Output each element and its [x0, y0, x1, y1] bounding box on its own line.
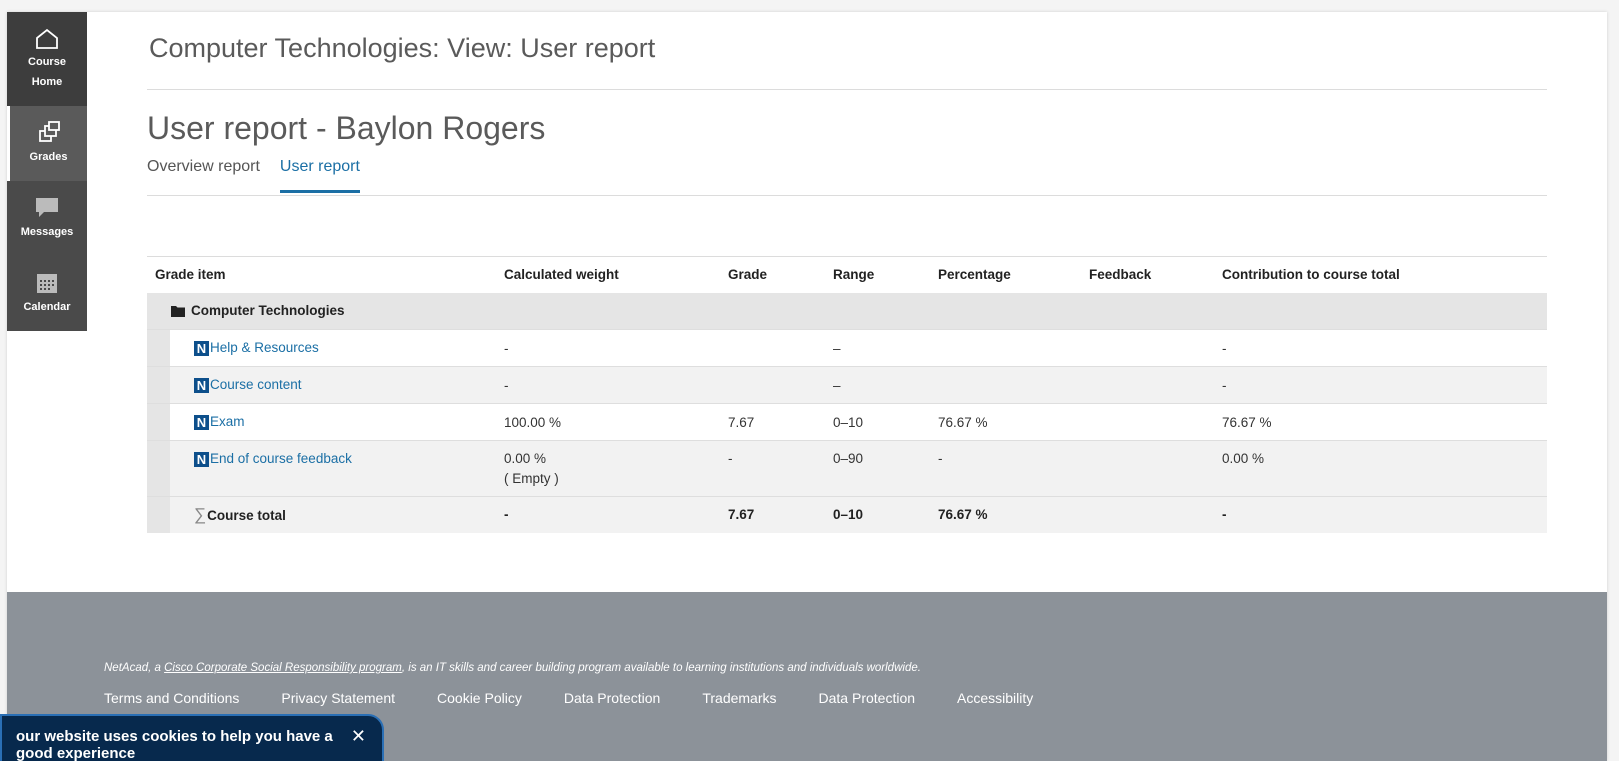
cookie-banner-text: our website uses cookies to help you hav… [16, 728, 333, 761]
weight-cell: 0.00 % ( Empty ) [496, 440, 720, 497]
tab-overview-report[interactable]: Overview report [147, 158, 260, 193]
close-icon[interactable]: ✕ [351, 726, 366, 747]
grade-item-cell: N End of course feedback [170, 440, 496, 497]
netacad-n-icon: N [194, 378, 209, 393]
percentage-cell [930, 329, 1081, 367]
footer-link-privacy[interactable]: Privacy Statement [281, 690, 395, 706]
divider [147, 195, 1547, 196]
contribution-cell: - [1214, 329, 1547, 367]
grade-item-cell: N Help & Resources [170, 329, 496, 367]
calendar-icon [37, 273, 57, 293]
feedback-cell [1081, 440, 1214, 497]
column-header[interactable]: Calculated weight [496, 256, 720, 293]
report-tabs: Overview report User report [147, 158, 380, 193]
footer-link-cookie-policy[interactable]: Cookie Policy [437, 690, 522, 706]
netacad-n-icon: N [194, 452, 209, 467]
category-row: Computer Technologies [147, 292, 1547, 330]
contribution-cell: - [1214, 366, 1547, 404]
footer-link-trademarks[interactable]: Trademarks [702, 690, 776, 706]
weight-value: 0.00 % [504, 451, 547, 466]
feedback-cell [1081, 496, 1214, 533]
percentage-cell [930, 366, 1081, 404]
total-label: Course total [207, 507, 286, 523]
contribution-cell: 76.67 % [1214, 403, 1547, 441]
grade-item-link[interactable]: Exam [210, 414, 245, 429]
report-title: User report - Baylon Rogers [147, 110, 546, 146]
column-header[interactable]: Grade item [147, 256, 496, 293]
feedback-cell [1081, 329, 1214, 367]
footer-link-terms[interactable]: Terms and Conditions [104, 690, 239, 706]
footer-link-accessibility[interactable]: Accessibility [957, 690, 1033, 706]
feedback-cell [1081, 403, 1214, 441]
csr-program-link[interactable]: Cisco Corporate Social Responsibility pr… [164, 662, 402, 674]
course-total-row: ∑Course total - 7.67 0–10 76.67 % - [147, 496, 1547, 533]
total-name-cell: ∑Course total [170, 496, 496, 533]
nav-label: Course Home [28, 56, 66, 88]
grade-cell [720, 366, 825, 404]
contribution-cell: - [1214, 496, 1547, 533]
column-header[interactable]: Percentage [930, 256, 1081, 293]
grade-table: Grade item Calculated weight Grade Range… [147, 256, 1547, 533]
page-title: Computer Technologies: View: User report [149, 33, 656, 63]
table-row: N Help & Resources - – - [147, 329, 1547, 367]
footer-note: NetAcad, a Cisco Corporate Social Respon… [104, 662, 921, 674]
grade-item-link[interactable]: Course content [210, 377, 302, 392]
grade-item-link[interactable]: Help & Resources [210, 340, 319, 355]
chat-icon [36, 197, 58, 217]
grade-cell: - [720, 440, 825, 497]
sigma-icon: ∑ [194, 504, 207, 524]
percentage-cell: - [930, 440, 1081, 497]
nav-item-calendar[interactable]: Calendar [7, 256, 87, 331]
range-cell: 0–10 [825, 403, 930, 441]
nav-item-messages[interactable]: Messages [7, 181, 87, 256]
divider [147, 89, 1547, 90]
range-cell: 0–10 [825, 496, 930, 533]
grade-cell: 7.67 [720, 496, 825, 533]
footer-links: Terms and Conditions Privacy Statement C… [104, 690, 1075, 706]
nav-label: Messages [20, 225, 74, 238]
range-cell: – [825, 329, 930, 367]
table-row: N End of course feedback 0.00 % ( Empty )… [147, 440, 1547, 497]
grades-icon [38, 120, 60, 142]
nav-item-grades[interactable]: Grades [7, 106, 87, 181]
weight-cell: - [496, 366, 720, 404]
footer-link-data-protection-2[interactable]: Data Protection [819, 690, 916, 706]
grade-item-cell: N Exam [170, 403, 496, 441]
grade-cell [720, 329, 825, 367]
netacad-n-icon: N [194, 415, 209, 430]
range-cell: 0–90 [825, 440, 930, 497]
grade-cell: 7.67 [720, 403, 825, 441]
weight-cell: - [496, 496, 720, 533]
cookie-banner: our website uses cookies to help you hav… [0, 714, 384, 761]
feedback-cell [1081, 366, 1214, 404]
percentage-cell: 76.67 % [930, 403, 1081, 441]
table-row: N Exam 100.00 % 7.67 0–10 76.67 % 76.67 % [147, 403, 1547, 441]
tab-user-report[interactable]: User report [279, 158, 360, 193]
contribution-cell: 0.00 % [1214, 440, 1547, 497]
footer-link-data-protection[interactable]: Data Protection [564, 690, 661, 706]
column-header[interactable]: Contribution to course total [1214, 256, 1547, 293]
weight-cell: - [496, 329, 720, 367]
nav-label: Grades [29, 150, 68, 163]
column-header[interactable]: Range [825, 256, 930, 293]
side-nav: Course Home Grades Messages Calendar [7, 12, 87, 331]
nav-label: Calendar [23, 300, 71, 313]
range-cell: – [825, 366, 930, 404]
page: Course Home Grades Messages Calendar Com… [7, 12, 1607, 761]
weight-empty-note: ( Empty ) [504, 471, 559, 486]
grade-item-link[interactable]: End of course feedback [210, 451, 352, 466]
weight-cell: 100.00 % [496, 403, 720, 441]
category-name: Computer Technologies [191, 303, 345, 319]
grade-item-cell: N Course content [170, 366, 496, 404]
home-icon [36, 28, 58, 49]
column-header[interactable]: Grade [720, 256, 825, 293]
netacad-n-icon: N [194, 341, 209, 356]
percentage-cell: 76.67 % [930, 496, 1081, 533]
column-header[interactable]: Feedback [1081, 256, 1214, 293]
folder-icon [171, 306, 185, 318]
table-header-row: Grade item Calculated weight Grade Range… [147, 256, 1547, 293]
table-row: N Course content - – - [147, 366, 1547, 404]
nav-item-course-home[interactable]: Course Home [7, 12, 87, 106]
